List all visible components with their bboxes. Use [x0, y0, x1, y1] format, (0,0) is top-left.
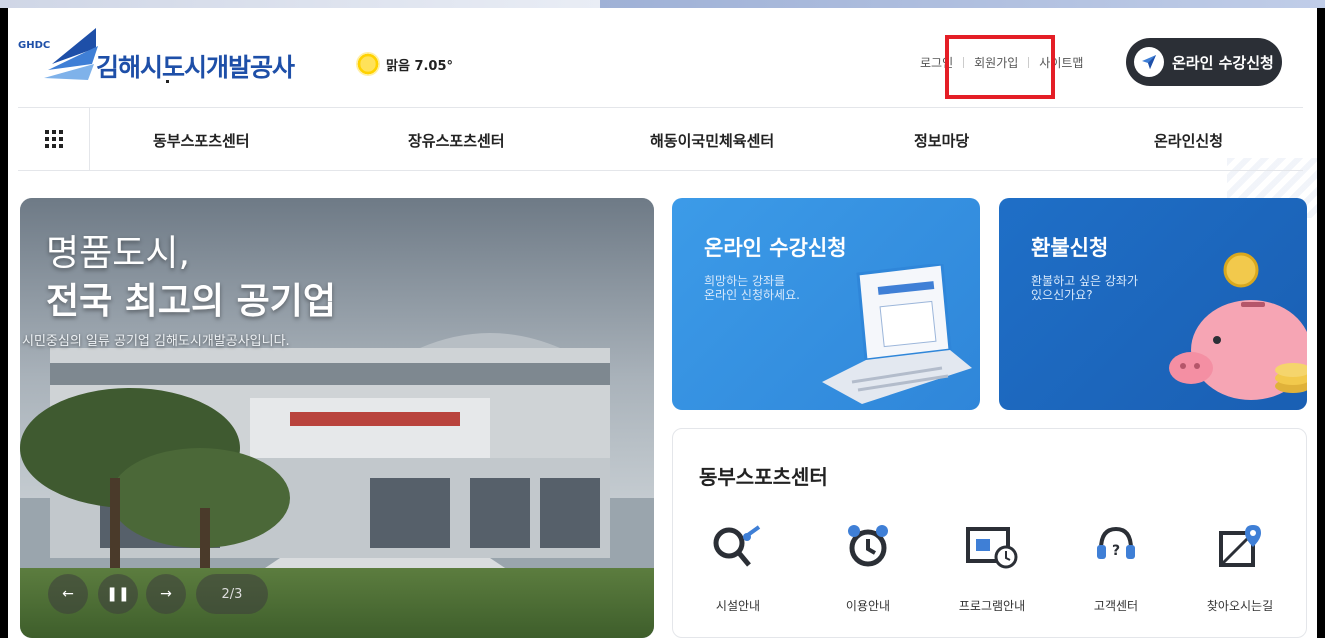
- usage-info-link[interactable]: 이용안내: [813, 523, 923, 614]
- nav-divider: [18, 170, 1303, 171]
- facility-info-link[interactable]: 시설안내: [683, 523, 793, 614]
- card-title: 온라인 수강신청: [704, 236, 847, 260]
- all-menu-button[interactable]: [18, 108, 90, 170]
- main-nav: 동부스포츠센터 장유스포츠센터 해동이국민체육센터 정보마당 온라인신청: [18, 108, 1303, 170]
- laptop-icon: [822, 264, 972, 404]
- customer-center-link[interactable]: ? 고객센터: [1061, 523, 1171, 614]
- dongbu-sports-center-section: 동부스포츠센터 시설안내 이용안내 프로그램안내 ? 고객센터 찾아오시는길: [672, 428, 1307, 638]
- slider-pause-button[interactable]: ❚❚: [98, 574, 138, 614]
- paper-plane-icon: [1134, 47, 1164, 77]
- logo-text: 김해시도시개발공사: [96, 53, 295, 82]
- alarm-clock-icon: [813, 523, 923, 569]
- refund-card[interactable]: 환불신청 환불하고 싶은 강좌가 있으신가요?: [999, 198, 1307, 410]
- card-desc-line: 환불하고 싶은 강좌가: [1031, 274, 1138, 288]
- card-title: 환불신청: [1031, 236, 1109, 260]
- service-label: 찾아오시는길: [1206, 599, 1274, 613]
- nav-item-dongbu[interactable]: 동부스포츠센터: [153, 130, 250, 151]
- nav-item-haedong[interactable]: 해동이국민체육센터: [650, 130, 774, 151]
- nav-item-jangyu[interactable]: 장유스포츠센터: [408, 130, 505, 151]
- site-logo[interactable]: GHDC 김해시도시개발공사: [18, 26, 318, 86]
- nav-item-online[interactable]: 온라인신청: [1154, 130, 1223, 151]
- hero-title-line2: 전국 최고의 공기업: [46, 281, 337, 322]
- nav-item-info[interactable]: 정보마당: [914, 130, 969, 151]
- browser-top-strip-right: [600, 0, 1325, 8]
- calendar-clock-icon: [937, 523, 1047, 569]
- slider-prev-button[interactable]: ←: [48, 574, 88, 614]
- slider-pager: 2/3: [196, 574, 268, 614]
- online-registration-button[interactable]: 온라인 수강신청: [1126, 38, 1282, 86]
- piggy-bank-icon: [1169, 252, 1307, 400]
- pause-icon: ❚❚: [106, 586, 130, 602]
- card-description: 환불하고 싶은 강좌가 있으신가요?: [1031, 274, 1171, 302]
- service-label: 시설안내: [715, 599, 761, 613]
- svg-text:?: ?: [1112, 543, 1120, 559]
- section-title: 동부스포츠센터: [699, 465, 828, 489]
- highlight-box: [945, 35, 1055, 99]
- hero-subtitle: 시민중심의 일류 공기업 김해도시개발공사입니다.: [22, 334, 290, 349]
- service-label: 프로그램안내: [958, 599, 1026, 613]
- hero-title-line1: 명품도시,: [46, 233, 190, 274]
- online-registration-card[interactable]: 온라인 수강신청 희망하는 강좌를 온라인 신청하세요.: [672, 198, 980, 410]
- service-label: 고객센터: [1093, 599, 1139, 613]
- logo-dot: [166, 80, 169, 83]
- page-frame: GHDC 김해시도시개발공사 맑음 7.05° 로그인 회원가입 사이트맵 온라…: [8, 8, 1317, 638]
- arrow-left-icon: ←: [62, 586, 74, 602]
- logo-wing-icon: [44, 28, 98, 80]
- browser-top-strip-left: [0, 0, 600, 8]
- hero-slider: 명품도시, 전국 최고의 공기업 시민중심의 일류 공기업 김해도시개발공사입니…: [20, 198, 654, 638]
- weather-text: 맑음 7.05°: [386, 58, 454, 74]
- service-label: 이용안내: [845, 599, 891, 613]
- card-desc-line: 있으신가요?: [1031, 288, 1093, 302]
- cta-label: 온라인 수강신청: [1172, 53, 1274, 72]
- weather-widget: 맑음 7.05°: [356, 52, 453, 76]
- directions-link[interactable]: 찾아오시는길: [1185, 523, 1295, 614]
- sun-icon: [356, 52, 380, 76]
- map-pin-icon: [1185, 523, 1295, 569]
- racket-icon: [683, 523, 793, 569]
- grid-menu-icon: [44, 130, 63, 148]
- slider-next-button[interactable]: →: [146, 574, 186, 614]
- headset-icon: ?: [1061, 523, 1171, 569]
- arrow-right-icon: →: [160, 586, 172, 602]
- program-info-link[interactable]: 프로그램안내: [937, 523, 1047, 614]
